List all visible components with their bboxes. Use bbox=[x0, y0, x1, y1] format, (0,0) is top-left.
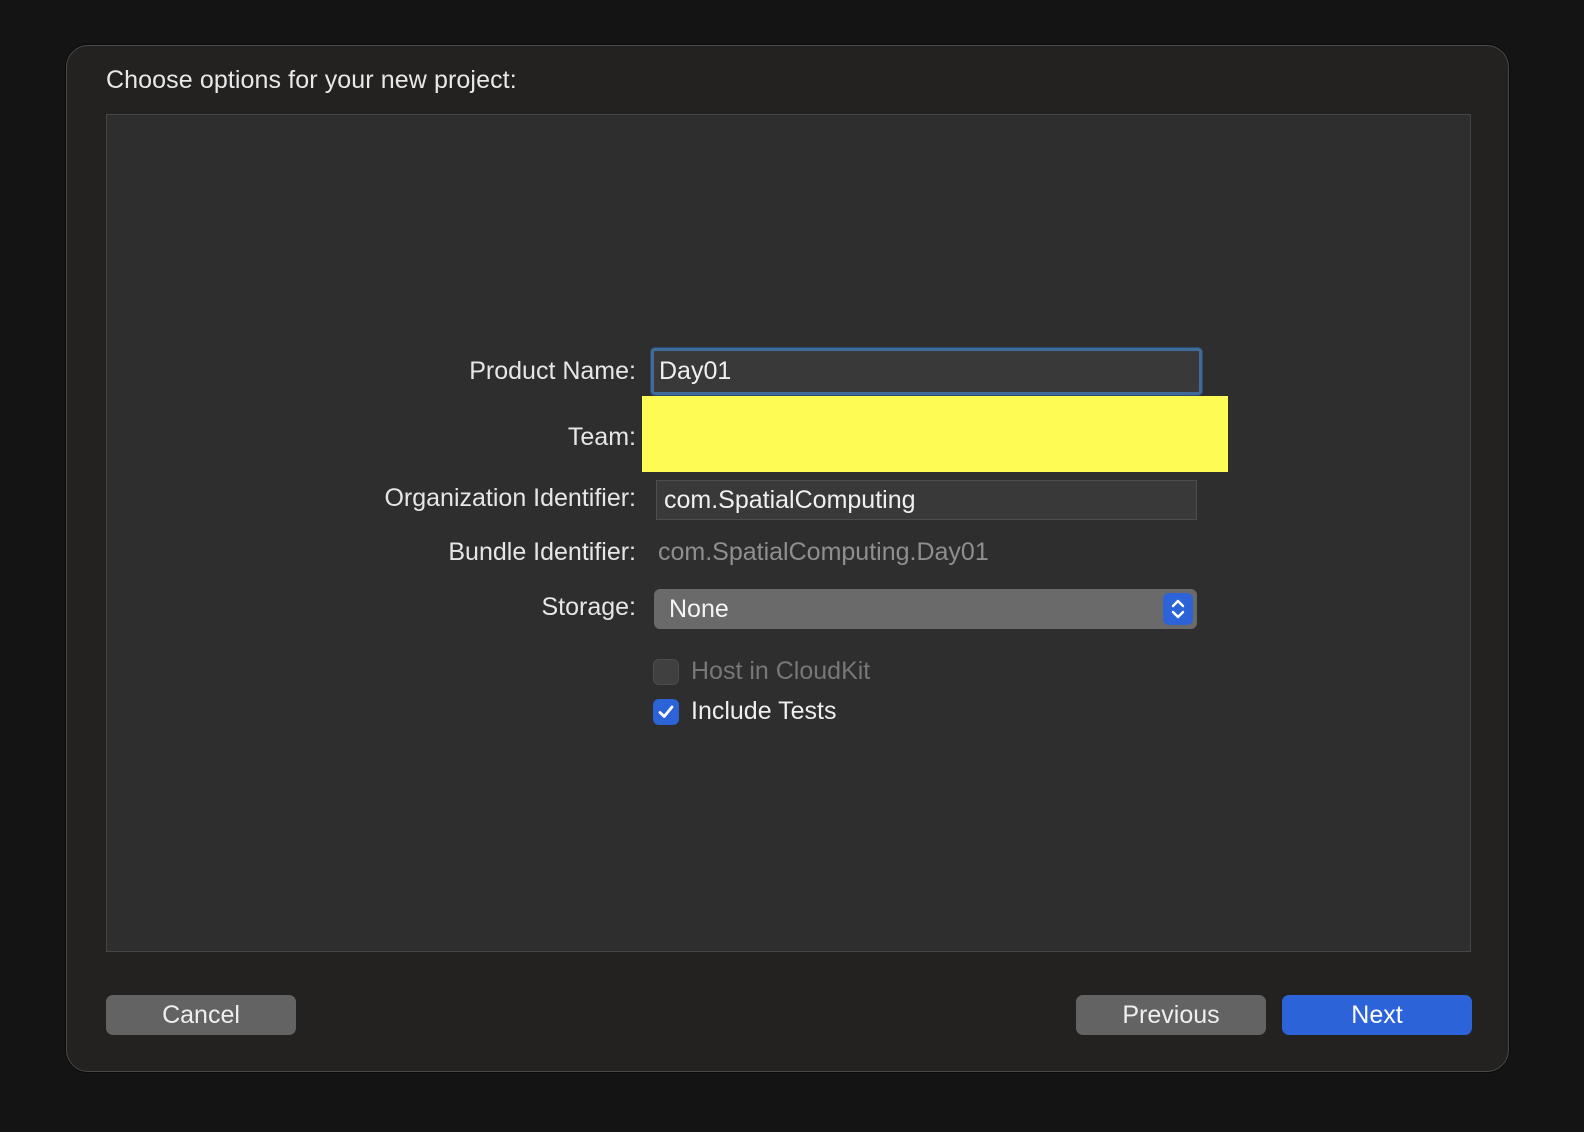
host-in-cloudkit-row[interactable]: Host in CloudKit bbox=[653, 657, 870, 686]
host-in-cloudkit-checkbox[interactable] bbox=[653, 658, 679, 685]
label-column: Product Name: Team: Organization Identif… bbox=[107, 115, 636, 951]
next-button[interactable]: Next bbox=[1282, 995, 1472, 1035]
product-name-label: Product Name: bbox=[469, 357, 636, 385]
cancel-button[interactable]: Cancel bbox=[106, 995, 296, 1035]
storage-popup[interactable]: None bbox=[654, 589, 1197, 629]
checkmark-icon bbox=[658, 705, 674, 718]
host-in-cloudkit-label: Host in CloudKit bbox=[691, 657, 871, 685]
organization-identifier-field[interactable]: com.SpatialComputing bbox=[656, 480, 1197, 520]
storage-label: Storage: bbox=[541, 593, 636, 621]
new-project-dialog: Choose options for your new project: Pro… bbox=[66, 45, 1509, 1072]
bundle-identifier-value: com.SpatialComputing.Day01 bbox=[658, 538, 989, 566]
previous-button[interactable]: Previous bbox=[1076, 995, 1266, 1035]
options-panel: Product Name: Team: Organization Identif… bbox=[106, 114, 1471, 952]
bundle-identifier-label: Bundle Identifier: bbox=[448, 538, 636, 566]
storage-selected-value: None bbox=[669, 594, 729, 623]
include-tests-label: Include Tests bbox=[691, 697, 837, 725]
organization-identifier-label: Organization Identifier: bbox=[384, 484, 636, 512]
include-tests-row[interactable]: Include Tests bbox=[653, 697, 836, 726]
up-down-chevron-icon bbox=[1163, 593, 1193, 625]
team-label: Team: bbox=[567, 423, 636, 451]
include-tests-checkbox[interactable] bbox=[653, 698, 679, 725]
product-name-field[interactable]: Day01 bbox=[651, 348, 1202, 395]
dialog-title: Choose options for your new project: bbox=[106, 66, 517, 94]
team-redaction[interactable] bbox=[642, 396, 1228, 472]
